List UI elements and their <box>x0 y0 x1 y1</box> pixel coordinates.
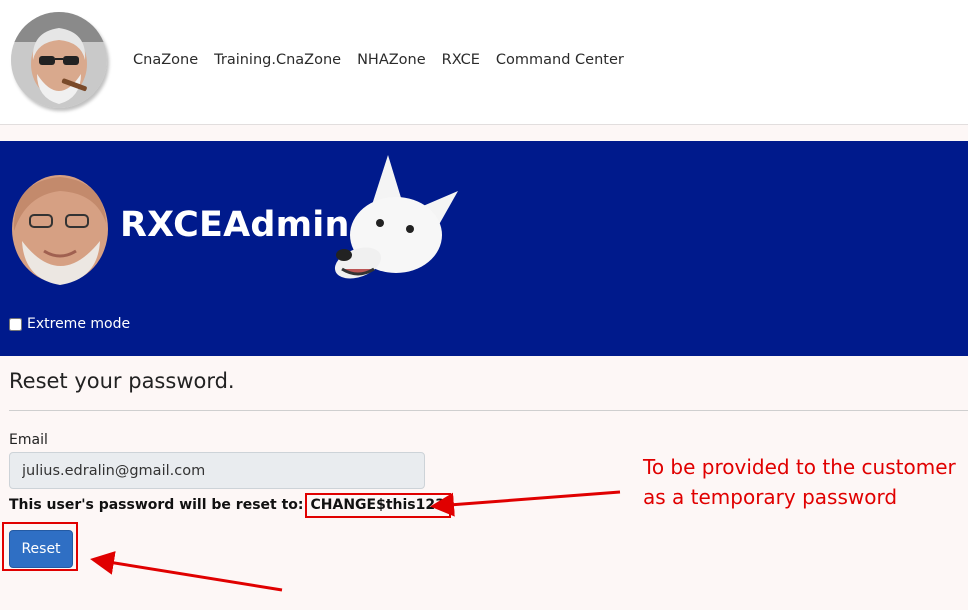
page-title: Reset your password. <box>9 369 235 393</box>
arrow-to-reset-button <box>90 551 283 592</box>
divider <box>9 410 968 411</box>
reset-button[interactable]: Reset <box>9 530 73 568</box>
extreme-mode-label: Extreme mode <box>27 316 131 332</box>
reset-note-text: This user's password will be reset to: <box>9 497 304 513</box>
nav-link-rxce[interactable]: RXCE <box>442 52 480 68</box>
nav-link-nhazone[interactable]: NHAZone <box>357 52 426 68</box>
header-banner: RXCEAdmin Extreme mode <box>0 141 968 356</box>
extreme-mode-toggle[interactable]: Extreme mode <box>9 316 130 332</box>
top-navbar: CnaZone Training.CnaZone NHAZone RXCE Co… <box>0 0 968 125</box>
admin-face-image <box>12 175 108 285</box>
nav-link-cnazone[interactable]: CnaZone <box>133 52 198 68</box>
dog-image <box>334 155 458 279</box>
email-field[interactable] <box>9 452 425 489</box>
temp-password: CHANGE$this123 <box>304 493 451 518</box>
banner-title: RXCEAdmin <box>120 205 350 245</box>
nav-link-command-center[interactable]: Command Center <box>496 52 624 68</box>
reset-note: This user's password will be reset to: CH… <box>9 493 451 518</box>
avatar-image <box>11 12 107 108</box>
avatar[interactable] <box>11 12 107 108</box>
nav-link-training-cnazone[interactable]: Training.CnaZone <box>214 52 341 68</box>
extreme-mode-checkbox[interactable] <box>9 317 22 331</box>
annotation-note: To be provided to the customer as a temp… <box>643 455 956 509</box>
email-label: Email <box>9 432 48 448</box>
arrow-to-password <box>430 490 621 517</box>
nav-links: CnaZone Training.CnaZone NHAZone RXCE Co… <box>133 52 624 68</box>
